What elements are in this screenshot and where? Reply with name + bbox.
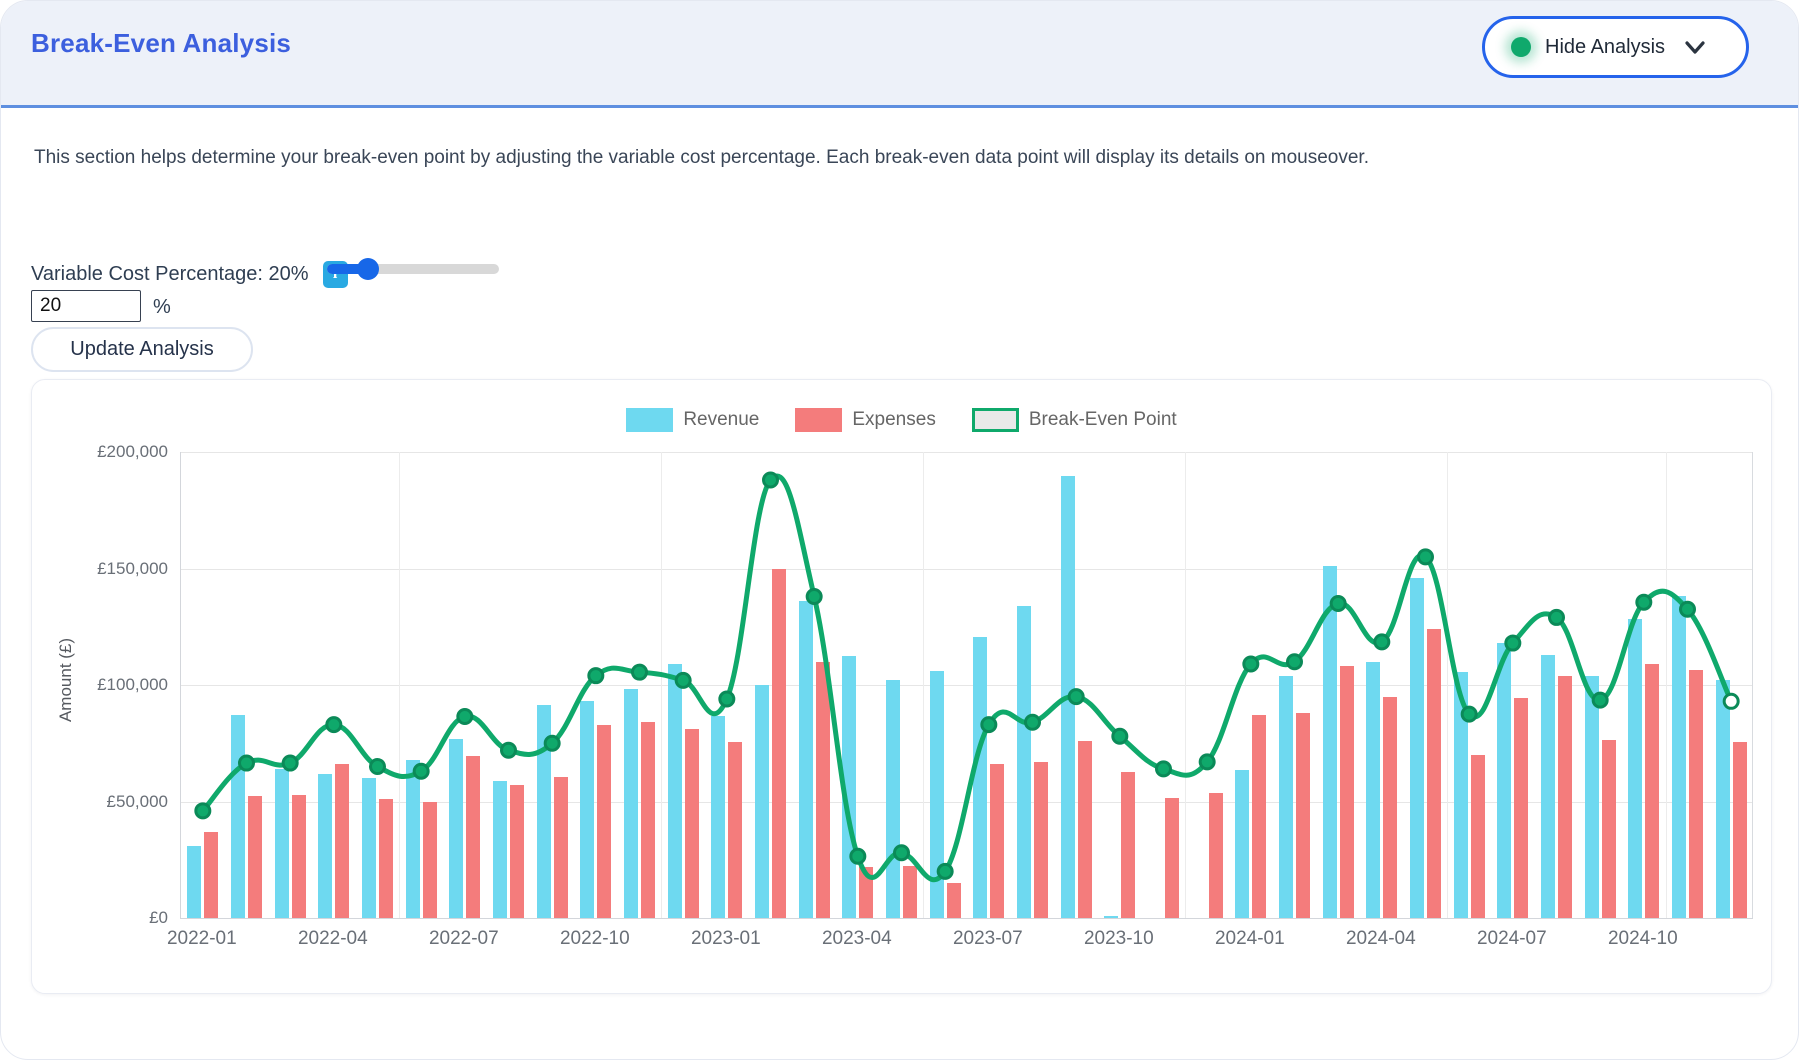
breakeven-point-2024-11[interactable] [1681, 602, 1695, 616]
section-description: This section helps determine your break-… [34, 147, 1534, 169]
x-tick-label: 2022-07 [429, 928, 499, 950]
breakeven-point-2023-01[interactable] [720, 692, 734, 706]
y-tick-label: £150,000 [97, 559, 168, 579]
chevron-down-icon [1685, 41, 1705, 54]
breakeven-point-2024-12[interactable] [1724, 694, 1738, 708]
hide-analysis-label: Hide Analysis [1545, 36, 1665, 59]
breakeven-point-2022-11[interactable] [633, 665, 647, 679]
x-tick-label: 2024-07 [1477, 928, 1547, 950]
breakeven-point-2023-04[interactable] [851, 849, 865, 863]
breakeven-point-2024-10[interactable] [1637, 595, 1651, 609]
revenue-swatch [626, 408, 673, 432]
y-tick-label: £50,000 [107, 792, 168, 812]
update-analysis-button[interactable]: Update Analysis [31, 327, 253, 372]
x-tick-label: 2024-04 [1346, 928, 1416, 950]
x-tick-label: 2022-04 [298, 928, 368, 950]
breakeven-point-2022-12[interactable] [676, 673, 690, 687]
x-tick-label: 2023-10 [1084, 928, 1154, 950]
breakeven-point-2023-08[interactable] [1026, 715, 1040, 729]
breakeven-line [203, 476, 1731, 880]
breakeven-point-2022-03[interactable] [283, 756, 297, 770]
breakeven-point-2022-08[interactable] [502, 743, 516, 757]
breakeven-point-2022-10[interactable] [589, 669, 603, 683]
breakeven-point-2024-01[interactable] [1244, 657, 1258, 671]
breakeven-point-2024-05[interactable] [1419, 550, 1433, 564]
chart-legend: Revenue Expenses Break-Even Point [32, 408, 1771, 432]
y-tick-label: £0 [149, 908, 168, 928]
breakeven-point-2023-09[interactable] [1069, 690, 1083, 704]
x-tick-label: 2024-01 [1215, 928, 1285, 950]
breakeven-line-svg [181, 452, 1753, 918]
chart-plot-area[interactable] [180, 452, 1753, 919]
x-tick-label: 2023-04 [822, 928, 892, 950]
breakeven-point-2024-07[interactable] [1506, 636, 1520, 650]
x-tick-label: 2022-10 [560, 928, 630, 950]
status-dot-icon [1511, 37, 1531, 57]
break-even-analysis-panel: Break-Even Analysis Hide Analysis This s… [0, 0, 1799, 1060]
breakeven-point-2023-10[interactable] [1113, 729, 1127, 743]
breakeven-point-2024-03[interactable] [1331, 596, 1345, 610]
x-tick-label: 2023-07 [953, 928, 1023, 950]
breakeven-point-2022-01[interactable] [196, 804, 210, 818]
breakeven-point-2023-05[interactable] [895, 846, 909, 860]
section-header: Break-Even Analysis Hide Analysis [1, 1, 1798, 108]
expenses-swatch [795, 408, 842, 432]
break-even-chart-card: Revenue Expenses Break-Even Point Amount… [31, 379, 1772, 994]
percent-suffix-label: % [153, 296, 171, 319]
legend-label-revenue: Revenue [683, 409, 759, 431]
breakeven-point-2022-09[interactable] [545, 736, 559, 750]
y-tick-label: £100,000 [97, 675, 168, 695]
breakeven-point-2024-02[interactable] [1288, 655, 1302, 669]
breakeven-point-2023-07[interactable] [982, 718, 996, 732]
variable-cost-slider[interactable] [327, 258, 499, 280]
breakeven-point-2023-12[interactable] [1200, 755, 1214, 769]
variable-cost-row: Variable Cost Percentage: 20% i [31, 259, 348, 289]
breakeven-point-2022-05[interactable] [371, 760, 385, 774]
page-title: Break-Even Analysis [31, 28, 291, 59]
breakeven-point-2023-06[interactable] [938, 864, 952, 878]
percentage-input[interactable] [31, 290, 141, 322]
breakeven-point-2023-11[interactable] [1157, 762, 1171, 776]
legend-item-expenses[interactable]: Expenses [795, 408, 935, 432]
breakeven-point-2023-02[interactable] [764, 473, 778, 487]
slider-thumb[interactable] [357, 258, 379, 280]
legend-label-expenses: Expenses [852, 409, 935, 431]
hide-analysis-button[interactable]: Hide Analysis [1482, 16, 1749, 78]
x-tick-label: 2023-01 [691, 928, 761, 950]
breakeven-point-2024-09[interactable] [1593, 693, 1607, 707]
y-tick-label: £200,000 [97, 442, 168, 462]
breakeven-point-2023-03[interactable] [807, 589, 821, 603]
breakeven-point-2022-02[interactable] [240, 756, 254, 770]
breakeven-swatch [972, 408, 1019, 432]
variable-cost-label: Variable Cost Percentage: 20% [31, 263, 309, 286]
breakeven-point-2022-04[interactable] [327, 718, 341, 732]
breakeven-point-2022-06[interactable] [414, 764, 428, 778]
breakeven-point-2024-04[interactable] [1375, 635, 1389, 649]
legend-item-revenue[interactable]: Revenue [626, 408, 759, 432]
breakeven-point-2024-08[interactable] [1550, 610, 1564, 624]
breakeven-point-2024-06[interactable] [1462, 707, 1476, 721]
y-axis-title: Amount (£) [56, 620, 76, 740]
x-tick-label: 2024-10 [1608, 928, 1678, 950]
breakeven-point-2022-07[interactable] [458, 709, 472, 723]
x-tick-label: 2022-01 [167, 928, 237, 950]
legend-item-breakeven[interactable]: Break-Even Point [972, 408, 1177, 432]
legend-label-breakeven: Break-Even Point [1029, 409, 1177, 431]
